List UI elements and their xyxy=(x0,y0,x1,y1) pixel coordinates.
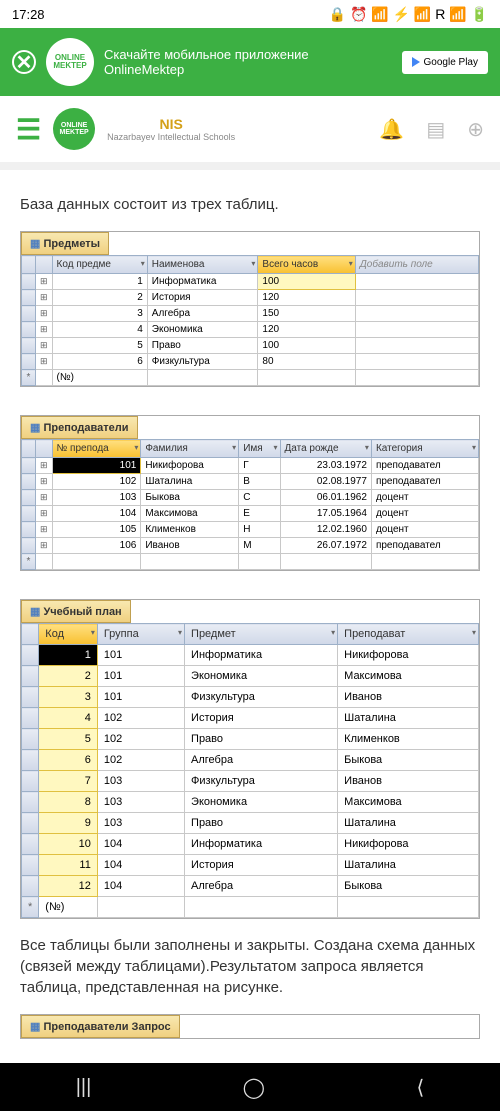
play-icon xyxy=(412,57,420,67)
expand-header xyxy=(36,256,53,274)
col-header[interactable]: Код предме xyxy=(52,256,147,274)
table-row[interactable]: ⊞5Право100 xyxy=(22,338,479,354)
table-row[interactable]: ⊞4Экономика120 xyxy=(22,322,479,338)
table-query: Преподаватели Запрос xyxy=(20,1014,480,1039)
table-curriculum: Учебный план Код Группа Предмет Преподав… xyxy=(20,599,480,919)
table-header-row: Код предме Наименова Всего часов Добавит… xyxy=(22,256,479,274)
back-button[interactable]: ⟨ xyxy=(416,1075,424,1100)
col-header[interactable]: Преподават xyxy=(338,624,479,645)
table-tab[interactable]: Предметы xyxy=(21,232,109,255)
col-header[interactable]: Наименова xyxy=(147,256,258,274)
header-logo[interactable]: ONLINE MEKTEP xyxy=(53,108,95,150)
table-tab[interactable]: Преподаватели Запрос xyxy=(21,1015,180,1038)
app-header: ☰ ONLINE MEKTEP NIS Nazarbayev Intellect… xyxy=(0,96,500,162)
table-row[interactable]: ⊞104МаксимоваЕ17.05.1964доцент xyxy=(22,506,479,522)
app-banner: ✕ ONLINE MEKTEP Скачайте мобильное прило… xyxy=(0,28,500,96)
nis-logo: NIS Nazarbayev Intellectual Schools xyxy=(107,116,235,142)
table-row[interactable]: 8103ЭкономикаМаксимова xyxy=(22,792,479,813)
col-header[interactable]: Имя xyxy=(239,440,280,458)
table-row[interactable]: 2101ЭкономикаМаксимова xyxy=(22,666,479,687)
outro-text: Все таблицы были заполнены и закрыты. Со… xyxy=(20,935,480,998)
status-time: 17:28 xyxy=(12,7,45,22)
close-icon[interactable]: ✕ xyxy=(12,50,36,74)
col-header[interactable]: Код xyxy=(39,624,98,645)
table-tab[interactable]: Преподаватели xyxy=(21,416,138,439)
col-header[interactable]: Предмет xyxy=(185,624,338,645)
table-row[interactable]: ⊞3Алгебра150 xyxy=(22,306,479,322)
table-row[interactable]: 7103ФизкультураИванов xyxy=(22,771,479,792)
table-row[interactable]: 10104ИнформатикаНикифорова xyxy=(22,834,479,855)
android-navbar: ||| ◯ ⟨ xyxy=(0,1063,500,1111)
col-header[interactable]: Категория xyxy=(371,440,478,458)
new-row[interactable]: *(№) xyxy=(22,897,479,918)
table-row[interactable]: 11104ИсторияШаталина xyxy=(22,855,479,876)
table-row[interactable]: 5102ПравоКлименков xyxy=(22,729,479,750)
table-header-row: Код Группа Предмет Преподават xyxy=(22,624,479,645)
globe-icon[interactable]: ⊕ xyxy=(467,117,484,142)
col-header[interactable]: Фамилия xyxy=(141,440,239,458)
table-row[interactable]: ⊞103БыковаС06.01.1962доцент xyxy=(22,490,479,506)
table-row[interactable]: ⊞105КлименковН12.02.1960доцент xyxy=(22,522,479,538)
table-row[interactable]: 6102АлгебраБыкова xyxy=(22,750,479,771)
status-icons: 🔒 ⏰ 📶 ⚡ 📶 R 📶 🔋 xyxy=(329,6,488,23)
table-row[interactable]: ⊞106ИвановМ26.07.1972преподавател xyxy=(22,538,479,554)
header-icons: 🔔 ▤ ⊕ xyxy=(379,117,484,142)
recent-apps-button[interactable]: ||| xyxy=(76,1076,92,1099)
bell-icon[interactable]: 🔔 xyxy=(379,117,404,142)
table-row[interactable]: ⊞6Физкультура80 xyxy=(22,354,479,370)
menu-icon[interactable]: ☰ xyxy=(16,113,41,146)
table-tab[interactable]: Учебный план xyxy=(21,600,131,623)
col-header[interactable]: № препода xyxy=(52,440,141,458)
table-header-row: № препода Фамилия Имя Дата рожде Категор… xyxy=(22,440,479,458)
main-content: База данных состоит из трех таблиц. Пред… xyxy=(0,170,500,1055)
table-row[interactable]: 4102ИсторияШаталина xyxy=(22,708,479,729)
banner-logo: ONLINE MEKTEP xyxy=(46,38,94,86)
table-row[interactable]: 9103ПравоШаталина xyxy=(22,813,479,834)
col-header[interactable]: Дата рожде xyxy=(280,440,371,458)
new-row[interactable]: *(№) xyxy=(22,370,479,386)
new-row[interactable]: * xyxy=(22,554,479,570)
table-teachers: Преподаватели № препода Фамилия Имя Дата… xyxy=(20,415,480,571)
row-selector-header[interactable] xyxy=(22,256,36,274)
intro-text: База данных состоит из трех таблиц. xyxy=(20,194,480,215)
table-row[interactable]: ⊞101НикифороваГ23.03.1972преподавател xyxy=(22,458,479,474)
table-row[interactable]: ⊞102ШаталинаВ02.08.1977преподавател xyxy=(22,474,479,490)
table-row[interactable]: ⊞1Информатика100 xyxy=(22,274,479,290)
add-field[interactable]: Добавить поле xyxy=(355,256,478,274)
home-button[interactable]: ◯ xyxy=(243,1075,265,1100)
google-play-button[interactable]: Google Play xyxy=(402,51,488,74)
col-header[interactable]: Группа xyxy=(97,624,184,645)
list-icon[interactable]: ▤ xyxy=(426,117,445,142)
status-bar: 17:28 🔒 ⏰ 📶 ⚡ 📶 R 📶 🔋 xyxy=(0,0,500,28)
banner-text: Скачайте мобильное приложение OnlineMekt… xyxy=(104,47,392,77)
table-row[interactable]: 12104АлгебраБыкова xyxy=(22,876,479,897)
table-row[interactable]: 3101ФизкультураИванов xyxy=(22,687,479,708)
table-subjects: Предметы Код предме Наименова Всего часо… xyxy=(20,231,480,387)
table-row[interactable]: ⊞2История120 xyxy=(22,290,479,306)
table-row[interactable]: 1101ИнформатикаНикифорова xyxy=(22,645,479,666)
col-header[interactable]: Всего часов xyxy=(258,256,355,274)
